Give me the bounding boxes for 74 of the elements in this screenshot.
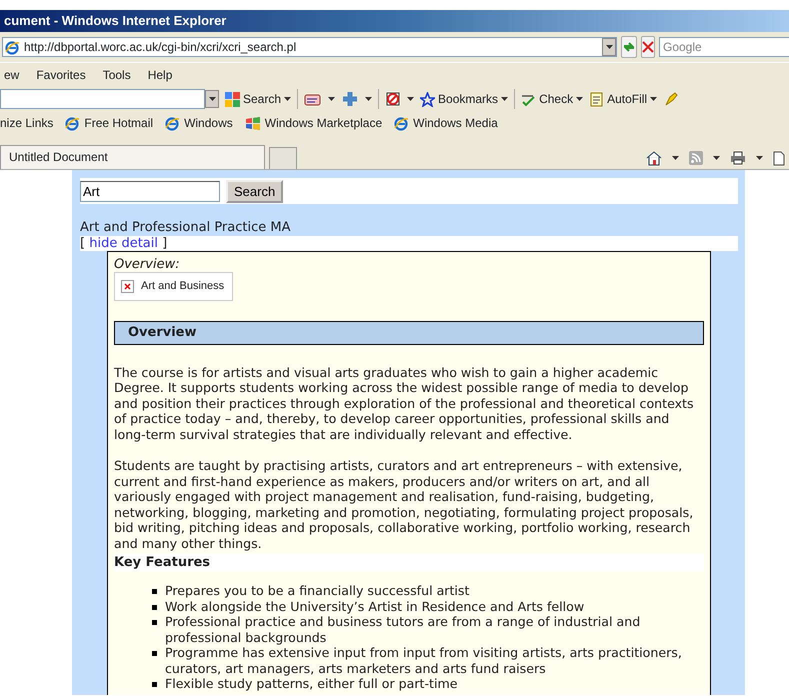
browser-logo-icon [5,40,20,54]
course-title: Art and Professional Practice MA [80,220,292,236]
print-icon[interactable] [730,151,746,165]
paragraph: The course is for artists and visual arts graduates who wish to gain a higher academic Degree. It supports students working across the widest possible range of media to develop and position their practices through exploration of the professional and theoretical contexts of practice today – and, thereby, to develop career opportunities, professional skills and long-term survival strategies that are individually relevant and effective. [114,364,695,442]
popup-icon[interactable] [304,92,322,106]
browser-logo-icon [165,116,180,130]
list-item: Prepares you to be a financially successful artist [152,583,704,598]
arrows-icon [622,40,636,54]
dropdown-button[interactable] [205,90,219,108]
caret-icon[interactable] [328,97,336,101]
bracket-text: [ [80,236,86,251]
caret-icon [650,97,658,101]
menu-item[interactable]: ew [4,66,20,84]
caret-icon [284,97,292,101]
stop-button[interactable] [641,36,655,58]
highlighter-icon[interactable] [663,91,680,107]
list-item: Flexible study patterns, either full or part-time [152,676,704,692]
link-button[interactable]: Windows Media [394,114,498,132]
caret-icon [208,97,216,101]
bullet-icon [152,682,157,687]
caret-icon[interactable] [365,97,372,101]
refresh-button[interactable] [621,36,637,58]
caret-icon [501,97,508,101]
link-button[interactable]: nize Links [0,114,54,132]
caret-icon[interactable] [756,156,763,160]
broken-image-icon [121,280,134,293]
paragraph: Students are taught by practising artists, curators and art entrepreneurs – with extensive, current and first-hand experience as makers, producers and/or writers on art, and all variously engaged with project management and realisation, fund-raising, budgeting, networking, blogging, marketing and promotion, negotiating, formulating project proposals, bid writing, pitching ideas and proposals, collaborative working, portfolio working, research and many other things. [114,458,694,551]
section-heading: Key Features [114,554,704,571]
bullet-icon [152,620,157,625]
browser-logo-icon [394,116,410,130]
bullet-icon [152,589,157,594]
plus-icon[interactable] [341,90,360,108]
list-item: Professional practice and business tutors are from a range of industrial and professional backgrounds [152,614,704,645]
windows-flag-icon [244,116,261,130]
caret-icon [606,45,612,49]
bracket-text: ] [162,236,168,251]
list-item: Work alongside the University’s Artist in Residence and Arts fellow [152,598,704,614]
link-button[interactable]: Free Hotmail [65,114,154,132]
address-field[interactable]: http://dbportal.worc.ac.uk/cgi-bin/xcri/xcri_search.pl [2,37,617,57]
menu-item[interactable]: Help [148,66,172,84]
page-icon[interactable] [773,150,785,166]
dropdown-button[interactable] [602,38,616,56]
search-field[interactable]: Google [659,37,789,57]
hide-detail-link[interactable]: hide detail [89,236,158,251]
bookmarks-button[interactable]: Bookmarks [420,90,508,108]
browser-tab[interactable]: Untitled Document [0,145,265,169]
image-alt-text: Art and Business [141,279,224,294]
caret-icon[interactable] [672,156,679,160]
overview-label: Overview: [114,258,181,272]
browser-logo-icon [65,116,80,130]
star-icon [420,92,436,106]
google-logo-icon [225,92,240,106]
autofill-button[interactable]: AutoFill [589,90,658,108]
check-button[interactable]: Check [521,90,584,108]
toolbar-search-field[interactable] [0,89,205,109]
section-heading: Overview [114,320,704,344]
link-button[interactable]: Windows Marketplace [244,114,382,132]
bullet-icon [152,604,157,610]
link-button[interactable]: Windows [165,114,233,132]
search-button[interactable]: Search [225,90,292,108]
search-field[interactable]: Art [80,180,220,202]
blocked-page-icon[interactable] [385,91,402,107]
form-icon [589,92,604,106]
close-icon [642,41,654,53]
menu-item[interactable]: Favorites [36,66,86,84]
list-item: Programme has extensive input from input from visiting artists, arts practitioners, curators, art managers, arts marketers and arts fund raisers [152,645,704,676]
caret-icon[interactable] [713,156,720,160]
home-icon[interactable] [646,150,662,166]
search-button[interactable]: Search [226,180,284,202]
menu-item[interactable]: Tools [102,66,131,84]
window-title: cument - Windows Internet Explorer [0,10,789,32]
bullet-icon [152,651,157,656]
caret-icon [576,97,584,101]
caret-icon[interactable] [407,97,414,101]
